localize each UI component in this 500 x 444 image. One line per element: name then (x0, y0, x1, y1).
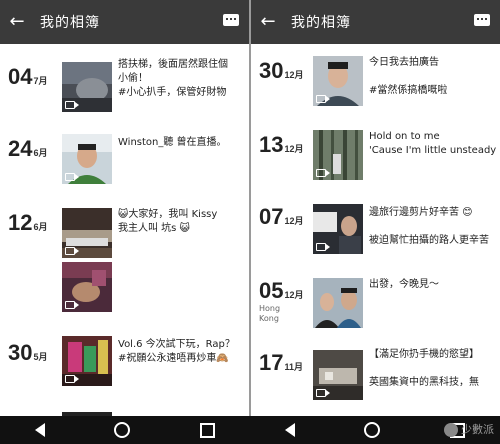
video-icon (316, 389, 330, 397)
video-thumbnail[interactable] (313, 350, 363, 400)
entry-day: 05 (259, 278, 284, 303)
entry-month: 11月 (284, 362, 303, 372)
album-entry[interactable]: 0712月 邊旅行邊剪片好辛苦 😊 被迫幫忙拍攝的路人更辛苦 (251, 198, 500, 272)
entry-date: 1711月 (259, 350, 303, 376)
video-icon (65, 173, 79, 181)
video-icon (65, 247, 79, 255)
entry-caption: 邊旅行邊剪片好辛苦 😊 被迫幫忙拍攝的路人更辛苦 (369, 207, 489, 246)
entry-day: 12 (8, 210, 33, 235)
album-entry[interactable]: 126月 😺大家好，我叫 Kissy 我主人叫 坑s 😺 (0, 202, 249, 332)
back-icon[interactable] (284, 423, 295, 437)
selfie-photo-image (313, 278, 363, 328)
watermark-logo-icon (444, 423, 458, 437)
entry-month: 12月 (284, 216, 304, 226)
message-icon[interactable] (474, 14, 490, 26)
entry-date: 126月 (8, 210, 48, 236)
entry-month: 6月 (33, 222, 48, 232)
back-icon[interactable] (34, 423, 45, 437)
entry-caption: 出發，今晚見〜 (369, 279, 439, 290)
recents-icon[interactable] (200, 422, 216, 438)
video-thumbnail[interactable] (313, 56, 363, 106)
system-nav-bar (0, 416, 500, 444)
album-entry[interactable]: 3012月 今日我去拍廣告 #當然係搞橋嘅啦 (251, 44, 500, 120)
video-thumbnail[interactable] (62, 262, 112, 312)
watermark: 少數派 (444, 421, 494, 437)
entry-date: 305月 (8, 340, 48, 366)
album-pane-right: ← 我的相簿 3012月 今日我去拍廣告 #當然係搞橋嘅啦 1312月 Hold… (251, 0, 500, 416)
video-icon (316, 95, 330, 103)
message-icon[interactable] (223, 14, 239, 26)
entry-month: 12月 (284, 290, 304, 300)
entry-caption: Hold on to me 'Cause I'm little unsteady (369, 131, 497, 156)
album-entry[interactable]: 1711月 【滿足你扔手機的慾望】 英國集資中的黑科技，無 (251, 340, 500, 416)
entry-month: 6月 (33, 148, 48, 158)
entry-day: 30 (259, 58, 284, 83)
entry-date: 0512月 (259, 278, 304, 304)
video-icon (316, 169, 330, 177)
album-entry[interactable]: 246月 Winston_聽 曾在直播。 (0, 124, 249, 202)
video-icon (65, 301, 79, 309)
entry-month: 5月 (33, 352, 48, 362)
entry-caption: 搭扶梯，後面居然跟住個 小偷！ #小心扒手，保管好財物 (118, 59, 228, 98)
video-thumbnail[interactable] (313, 204, 363, 254)
watermark-text: 少數派 (461, 423, 494, 436)
back-arrow-icon[interactable]: ← (251, 0, 285, 44)
album-pane-left: ← 我的相簿 047月 搭扶梯，後面居然跟住個 小偷！ #小心扒手，保管好財物 … (0, 0, 249, 416)
home-icon[interactable] (364, 422, 381, 438)
video-thumbnail[interactable] (62, 134, 112, 184)
back-arrow-icon[interactable]: ← (0, 0, 34, 44)
entry-date: 047月 (8, 64, 48, 90)
entry-caption: Winston_聽 曾在直播。 (118, 137, 227, 148)
nav-group-left (0, 422, 250, 438)
entry-date: 3012月 (259, 58, 304, 84)
video-icon (65, 101, 79, 109)
video-thumbnail[interactable] (62, 336, 112, 386)
entry-month: 12月 (284, 144, 304, 154)
entry-day: 17 (259, 350, 284, 375)
video-thumbnail[interactable] (62, 62, 112, 112)
entry-caption: Vol.6 今次試下玩，Rap？ #祝願公永遠唔再炒車🙈 (118, 339, 235, 364)
entry-date: 0712月 (259, 204, 304, 230)
video-icon (65, 375, 79, 383)
album-entry[interactable]: 305月 Vol.6 今次試下玩，Rap？ #祝願公永遠唔再炒車🙈 (0, 332, 249, 416)
video-thumbnail[interactable] (313, 130, 363, 180)
entry-day: 04 (8, 64, 33, 89)
album-entry[interactable]: 1312月 Hold on to me 'Cause I'm little un… (251, 120, 500, 198)
entry-location: Hong Kong (259, 304, 281, 323)
page-title: 我的相簿 (291, 15, 351, 31)
entry-date: 246月 (8, 136, 48, 162)
video-thumbnail[interactable] (62, 208, 112, 258)
video-icon (316, 243, 330, 251)
video-thumbnail[interactable] (313, 278, 363, 328)
page-title: 我的相簿 (40, 15, 100, 31)
entry-day: 13 (259, 132, 284, 157)
entry-month: 12月 (284, 70, 304, 80)
album-entry[interactable]: 047月 搭扶梯，後面居然跟住個 小偷！ #小心扒手，保管好財物 (0, 44, 249, 124)
entry-caption: 【滿足你扔手機的慾望】 英國集資中的黑科技，無 (369, 349, 479, 388)
entry-month: 7月 (33, 76, 48, 86)
entry-day: 30 (8, 340, 33, 365)
album-entry[interactable]: 0512月 Hong Kong 出發，今晚見〜 (251, 272, 500, 340)
app-bar: ← 我的相簿 (0, 0, 249, 44)
app-bar: ← 我的相簿 (251, 0, 500, 44)
entry-caption: 今日我去拍廣告 #當然係搞橋嘅啦 (369, 57, 448, 96)
home-icon[interactable] (114, 422, 131, 438)
entry-day: 24 (8, 136, 33, 161)
entry-day: 07 (259, 204, 284, 229)
entry-date: 1312月 (259, 132, 304, 158)
entry-caption: 😺大家好，我叫 Kissy 我主人叫 坑s 😺 (118, 209, 218, 234)
